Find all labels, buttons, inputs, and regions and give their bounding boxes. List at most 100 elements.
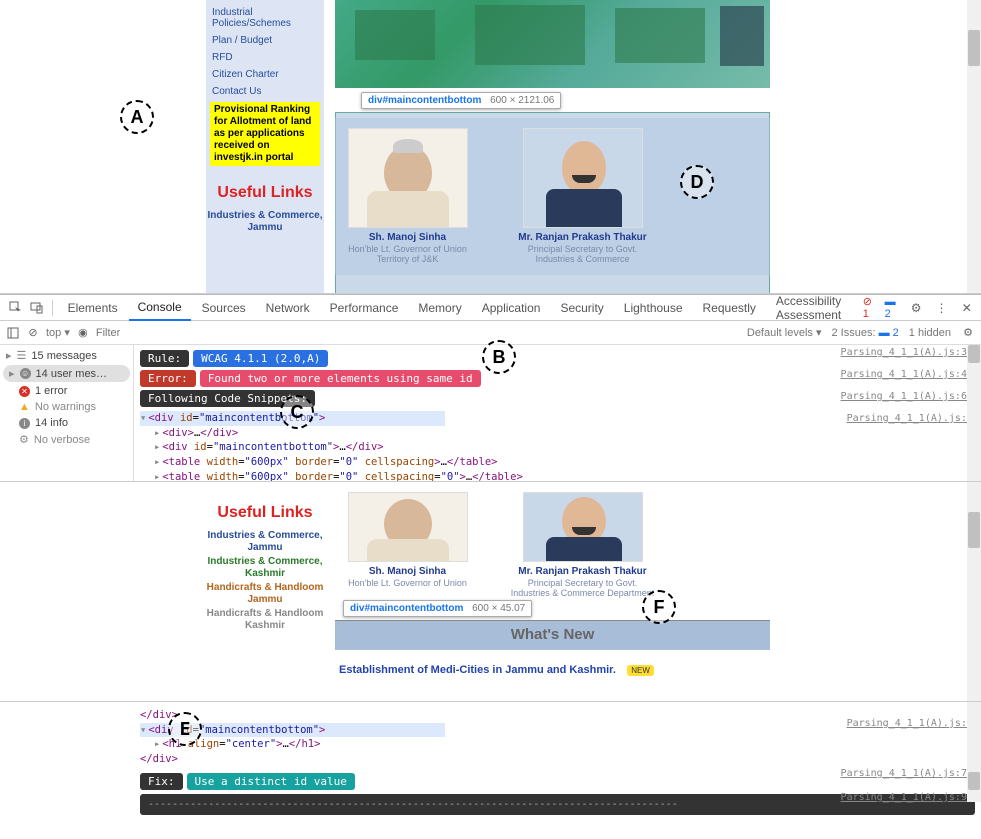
left-sidebar: Useful Links Industries & Commerce, Jamm… xyxy=(206,482,324,701)
console-sidebar: ▸☰15 messages ▸☺14 user mes… ✕1 error ▲N… xyxy=(0,345,134,481)
person-photo xyxy=(523,492,643,562)
tooltip-dimensions: 600 × 2121.06 xyxy=(490,95,554,106)
side-user-messages[interactable]: ▸☺14 user mes… xyxy=(3,365,130,382)
fix-label-chip: Fix: xyxy=(140,773,183,790)
filter-input[interactable] xyxy=(96,327,296,339)
side-messages[interactable]: ▸☰15 messages xyxy=(0,347,133,364)
useful-links-heading: Useful Links xyxy=(206,184,324,202)
person-title: Principal Secretary to Govt. Industries … xyxy=(510,245,655,265)
tab-security[interactable]: Security xyxy=(551,295,612,321)
new-badge: NEW xyxy=(627,665,654,676)
snippets-label-chip: Following Code Snippets: xyxy=(140,390,315,407)
side-verbose[interactable]: ⚙No verbose xyxy=(0,431,133,448)
tab-sources[interactable]: Sources xyxy=(193,295,255,321)
person-name: Sh. Manoj Sinha xyxy=(335,232,480,243)
main-content: div#maincontentbottom 600 × 2121.06 Sh. … xyxy=(335,0,770,88)
side-errors[interactable]: ✕1 error xyxy=(0,383,133,399)
person-photo xyxy=(348,492,468,562)
sidebar-item[interactable]: RFD xyxy=(206,49,324,66)
source-link[interactable]: Parsing_4_1_1(A).js:7 xyxy=(847,718,973,729)
devtools-tabs: Elements Console Sources Network Perform… xyxy=(0,295,981,321)
sidebar-toggle-icon[interactable] xyxy=(6,326,20,340)
useful-link[interactable]: Handicrafts & Handloom Kashmir xyxy=(206,608,324,632)
person-title: Hon'ble Lt. Governor of Union Territory … xyxy=(335,245,480,265)
tooltip-selector: div#maincontentbottom xyxy=(368,95,481,106)
rule-value-chip: WCAG 4.1.1 (2.0,A) xyxy=(193,350,328,367)
whats-new-bar: What's New xyxy=(335,620,770,650)
tab-elements[interactable]: Elements xyxy=(59,295,127,321)
console-scrollbar[interactable] xyxy=(967,345,981,481)
levels-select[interactable]: Default levels ▾ xyxy=(747,326,822,339)
person-photo xyxy=(523,128,643,228)
sidebar-item[interactable]: Contact Us xyxy=(206,83,324,100)
person-card: Mr. Ranjan Prakash Thakur Principal Secr… xyxy=(510,128,655,265)
close-icon[interactable]: ✕ xyxy=(962,301,973,315)
inspect-icon[interactable] xyxy=(9,301,22,315)
sidebar-item[interactable]: Plan / Budget xyxy=(206,32,324,49)
console-body: ▸☰15 messages ▸☺14 user mes… ✕1 error ▲N… xyxy=(0,345,981,481)
inspect-tooltip: div#maincontentbottom 600 × 2121.06 xyxy=(361,92,561,109)
context-select[interactable]: top ▾ xyxy=(46,326,70,339)
rule-label-chip: Rule: xyxy=(140,350,189,367)
useful-link[interactable]: Handicrafts & Handloom Jammu xyxy=(206,582,324,606)
webpage-lower-view: Useful Links Industries & Commerce, Jamm… xyxy=(0,481,981,701)
person-title: Hon'ble Lt. Governor of Union xyxy=(335,579,480,589)
tab-application[interactable]: Application xyxy=(473,295,550,321)
person-name: Mr. Ranjan Prakash Thakur xyxy=(510,566,655,577)
gear-icon[interactable]: ⚙ xyxy=(911,301,922,315)
tab-console[interactable]: Console xyxy=(129,295,191,321)
yellow-notice[interactable]: Provisional Ranking for Allotment of lan… xyxy=(210,102,320,166)
sidebar-item[interactable]: Industrial Policies/Schemes xyxy=(206,4,324,32)
issues-link[interactable]: 2 Issues: ▬ 2 xyxy=(832,327,899,339)
eye-icon[interactable]: ◉ xyxy=(76,326,90,340)
useful-link[interactable]: Industries & Commerce, Kashmir xyxy=(206,556,324,580)
tab-performance[interactable]: Performance xyxy=(321,295,408,321)
person-name: Sh. Manoj Sinha xyxy=(335,566,480,577)
main-content: Sh. Manoj Sinha Hon'ble Lt. Governor of … xyxy=(335,482,770,609)
error-value-chip: Found two or more elements using same id xyxy=(200,370,481,387)
device-icon[interactable] xyxy=(30,301,43,315)
whats-new-heading: What's New xyxy=(335,621,770,648)
tab-memory[interactable]: Memory xyxy=(409,295,470,321)
tooltip-dimensions: 600 × 45.07 xyxy=(472,603,525,614)
useful-links-heading: Useful Links xyxy=(206,504,324,522)
hidden-count: 1 hidden xyxy=(909,327,951,339)
person-name: Mr. Ranjan Prakash Thakur xyxy=(510,232,655,243)
page-scrollbar[interactable] xyxy=(967,0,981,294)
clear-icon[interactable]: ⊘ xyxy=(26,326,40,340)
source-link[interactable]: Parsing_4_1_1(A).js:64 xyxy=(841,391,973,402)
source-link[interactable]: Parsing_4_1_1(A).js:34 xyxy=(841,347,973,358)
message-count-badge[interactable]: ▬ 2 xyxy=(885,296,900,320)
error-count-badge[interactable]: ⊘ 1 xyxy=(863,295,877,320)
tab-network[interactable]: Network xyxy=(257,295,319,321)
source-link[interactable]: Parsing_4_1_1(A).js:49 xyxy=(841,369,973,380)
more-icon[interactable]: ⋮ xyxy=(936,301,948,315)
tooltip-selector: div#maincontentbottom xyxy=(350,603,463,614)
tab-requestly[interactable]: Requestly xyxy=(694,295,765,321)
console-output[interactable]: Rule:WCAG 4.1.1 (2.0,A) Parsing_4_1_1(A)… xyxy=(134,345,981,481)
person-title: Principal Secretary to Govt. Industries … xyxy=(510,579,655,599)
source-link[interactable]: Parsing_4_1_1(A).js:7 xyxy=(847,413,973,424)
fix-value-chip: Use a distinct id value xyxy=(187,773,355,790)
gear-icon[interactable]: ⚙ xyxy=(961,326,975,340)
inspect-tooltip: div#maincontentbottom 600 × 45.07 xyxy=(343,600,532,617)
source-link[interactable]: Parsing_4_1_1(A).js:75 xyxy=(841,768,973,779)
person-card: Mr. Ranjan Prakash Thakur Principal Secr… xyxy=(510,492,655,599)
page-scrollbar[interactable] xyxy=(967,482,981,701)
code-snippet[interactable]: </div> ▾<div id="maincontentbottom"> ▸<h… xyxy=(140,708,975,767)
tab-lighthouse[interactable]: Lighthouse xyxy=(615,295,692,321)
tab-accessibility[interactable]: Accessibility Assessment xyxy=(767,295,861,321)
side-warnings[interactable]: ▲No warnings xyxy=(0,399,133,415)
news-item[interactable]: Establishment of Medi-Cities in Jammu an… xyxy=(335,654,620,686)
console-output-lower[interactable]: </div> ▾<div id="maincontentbottom"> ▸<h… xyxy=(0,701,981,821)
hero-image xyxy=(335,0,770,88)
sidebar-item[interactable]: Citizen Charter xyxy=(206,66,324,83)
console-scrollbar[interactable] xyxy=(967,702,981,802)
useful-link[interactable]: Industries & Commerce, Jammu xyxy=(206,210,324,234)
side-info[interactable]: i14 info xyxy=(0,415,133,431)
devtools-panel: Elements Console Sources Network Perform… xyxy=(0,294,981,481)
person-photo xyxy=(348,128,468,228)
source-link[interactable]: Parsing_4_1_1(A).js:90 xyxy=(841,792,973,803)
webpage-top-view: Industrial Policies/Schemes Plan / Budge… xyxy=(0,0,981,294)
useful-link[interactable]: Industries & Commerce, Jammu xyxy=(206,530,324,554)
